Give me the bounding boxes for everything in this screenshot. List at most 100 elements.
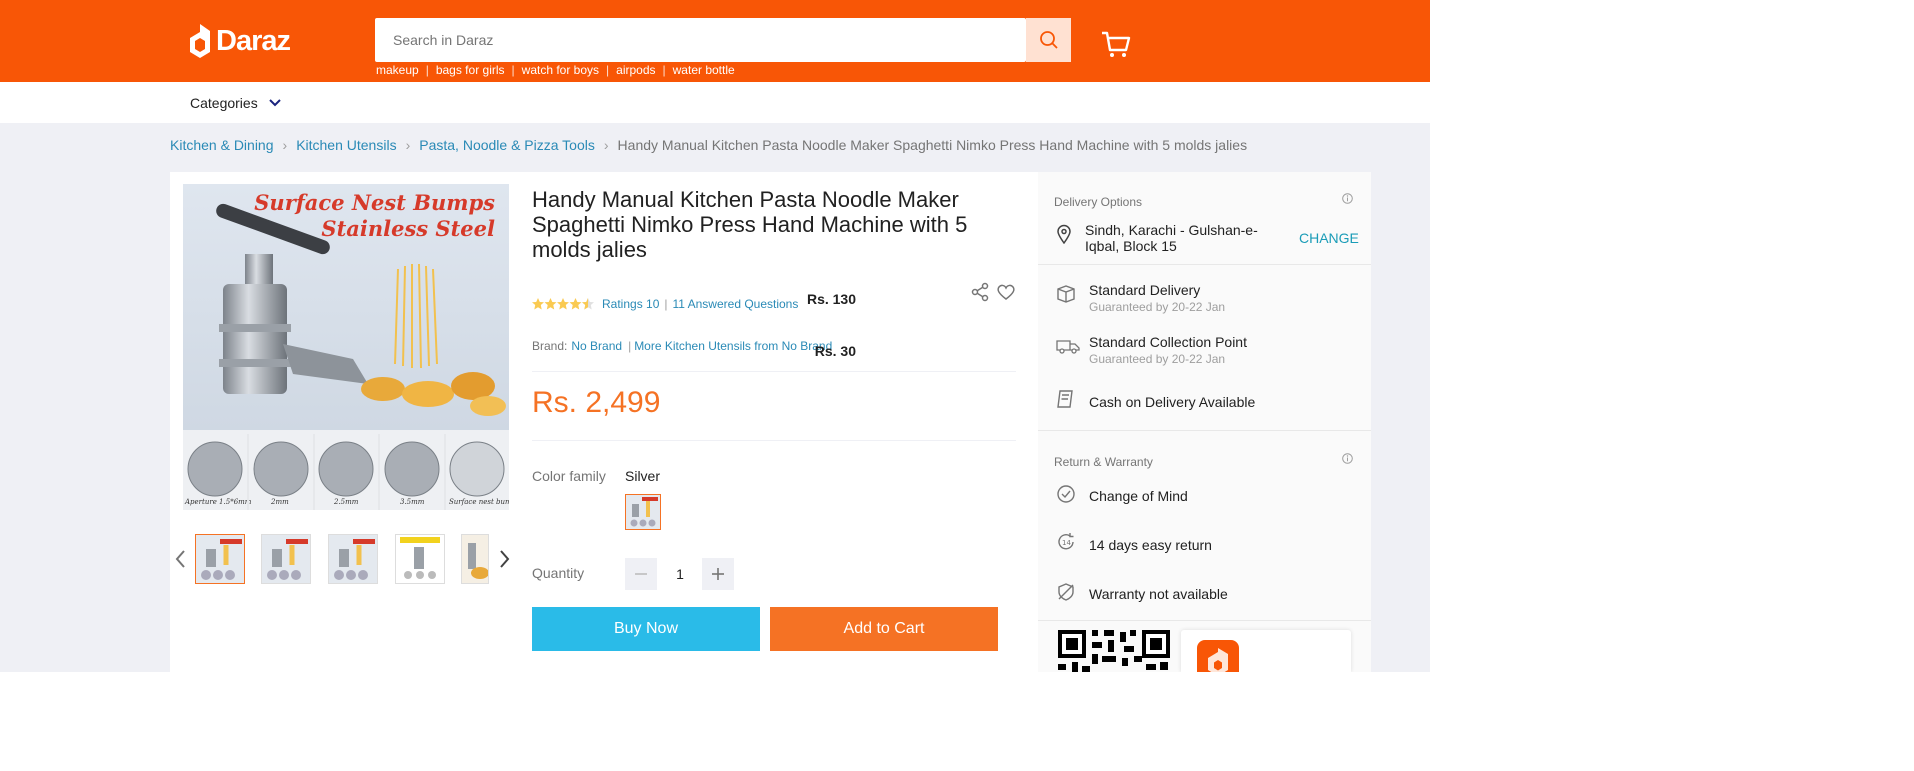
color-family-label: Color family xyxy=(532,468,606,484)
quantity-label: Quantity xyxy=(532,565,585,581)
breadcrumb: Kitchen & Dining › Kitchen Utensils › Pa… xyxy=(170,137,1247,153)
search-box xyxy=(375,18,1026,62)
thumbnail-strip xyxy=(170,532,510,588)
mold-caption: 2mm xyxy=(270,498,289,506)
thumbnail[interactable] xyxy=(395,534,445,584)
collection-point-price: Rs. 30 xyxy=(814,343,856,359)
divider xyxy=(532,371,1016,372)
cart-icon xyxy=(1102,31,1131,57)
quick-link[interactable]: bags for girls xyxy=(436,63,505,77)
info-icon[interactable] xyxy=(1342,453,1353,464)
thumbnail[interactable] xyxy=(461,534,489,584)
cash-on-delivery: Cash on Delivery Available xyxy=(1089,394,1256,410)
search-input[interactable] xyxy=(375,18,1015,62)
delivery-location: Sindh, Karachi - Gulshan-e-Iqbal, Block … xyxy=(1085,222,1258,254)
info-icon[interactable] xyxy=(1342,193,1353,204)
app-qr-code xyxy=(1058,630,1170,672)
divider xyxy=(532,440,1016,441)
return-item: Warranty not available xyxy=(1089,586,1228,602)
category-bar: Categories xyxy=(0,82,1430,123)
change-of-mind-icon xyxy=(1057,485,1075,503)
brand-row: Brand: No Brand | More Kitchen Utensils … xyxy=(532,339,833,353)
share-icon[interactable] xyxy=(970,282,990,302)
thumbnail[interactable] xyxy=(328,534,378,584)
star-rating-icon xyxy=(532,298,594,310)
product-price: Rs. 2,499 xyxy=(532,386,661,419)
return-item: Change of Mind xyxy=(1089,488,1188,504)
thumbnail[interactable] xyxy=(195,534,245,584)
brand-link[interactable]: No Brand xyxy=(571,339,622,353)
product-title: Handy Manual Kitchen Pasta Noodle Maker … xyxy=(532,187,968,262)
quantity-decrease-button[interactable] xyxy=(625,558,657,590)
mold-caption: 2.5mm xyxy=(333,498,359,506)
standard-delivery-name: Standard Delivery xyxy=(1089,282,1201,298)
add-to-cart-button[interactable]: Add to Cart xyxy=(770,607,998,651)
search-button[interactable] xyxy=(1026,18,1071,62)
change-location-link[interactable]: CHANGE xyxy=(1299,230,1359,246)
cash-icon xyxy=(1057,390,1073,408)
quick-link[interactable]: makeup xyxy=(376,63,419,77)
standard-delivery-eta: Guaranteed by 20-22 Jan xyxy=(1089,300,1226,314)
collection-point-eta: Guaranteed by 20-22 Jan xyxy=(1089,352,1226,366)
divider xyxy=(1038,430,1371,431)
mold-caption: Aperture 1.5*6mm xyxy=(184,498,252,506)
product-image-illustration: Surface Nest Bumps Stainless Steel Apert… xyxy=(183,184,509,510)
svg-text:14: 14 xyxy=(1062,539,1071,547)
chevron-right-icon: › xyxy=(603,137,609,153)
thumbnail-image xyxy=(396,535,444,583)
app-download-card[interactable] xyxy=(1181,630,1351,672)
thumbnail-image xyxy=(196,535,244,583)
thumbnail-image xyxy=(329,535,377,583)
thumbnail-image xyxy=(462,535,488,583)
chevron-right-icon[interactable] xyxy=(497,549,511,569)
categories-label: Categories xyxy=(190,95,258,111)
return-warranty-heading: Return & Warranty xyxy=(1054,455,1153,469)
quick-link[interactable]: water bottle xyxy=(673,63,735,77)
color-swatch-silver[interactable] xyxy=(625,494,661,530)
divider xyxy=(1038,264,1371,265)
chevron-right-icon: › xyxy=(405,137,411,153)
breadcrumb-link[interactable]: Pasta, Noodle & Pizza Tools xyxy=(419,137,595,153)
more-from-brand-link[interactable]: More Kitchen Utensils from No Brand xyxy=(634,339,832,353)
quick-search-links: makeup | bags for girls | watch for boys | … xyxy=(376,63,735,77)
ratings-row: Ratings 10 | 11 Answered Questions xyxy=(532,297,798,311)
mold-caption: Surface nest bumps xyxy=(449,498,509,506)
color-family-value: Silver xyxy=(625,468,661,484)
quick-link[interactable]: watch for boys xyxy=(522,63,599,77)
answered-questions-link[interactable]: 11 Answered Questions xyxy=(673,297,799,311)
rating-stars[interactable] xyxy=(532,298,594,310)
truck-icon xyxy=(1056,340,1080,354)
standard-delivery-price: Rs. 130 xyxy=(806,291,856,307)
breadcrumb-current: Handy Manual Kitchen Pasta Noodle Maker … xyxy=(617,137,1248,153)
quantity-increase-button[interactable] xyxy=(702,558,734,590)
daraz-logo[interactable]: Daraz xyxy=(188,22,291,60)
cart-button[interactable] xyxy=(1100,30,1132,60)
ratings-link[interactable]: Ratings 10 xyxy=(602,297,659,311)
product-main-image[interactable]: Surface Nest Bumps Stainless Steel Apert… xyxy=(183,184,509,510)
mold-caption: 3.5mm xyxy=(400,498,425,506)
daraz-logo-icon xyxy=(190,24,210,58)
chevron-left-icon[interactable] xyxy=(174,549,188,569)
quick-link[interactable]: airpods xyxy=(616,63,655,77)
brand-label: Brand: xyxy=(532,339,568,353)
return-14-days-icon: 14 xyxy=(1058,533,1074,550)
plus-icon xyxy=(712,568,724,580)
package-icon xyxy=(1057,285,1075,303)
chevron-down-icon xyxy=(268,99,281,107)
categories-menu[interactable]: Categories xyxy=(190,95,282,111)
divider xyxy=(1038,620,1371,621)
image-banner-line2: Stainless Steel xyxy=(321,216,495,241)
page-viewport: Daraz makeup| bags for girls| watch for … xyxy=(0,0,1430,672)
breadcrumb-link[interactable]: Kitchen & Dining xyxy=(170,137,274,153)
daraz-app-icon xyxy=(1197,640,1239,672)
quantity-value[interactable]: 1 xyxy=(668,558,692,590)
breadcrumb-link[interactable]: Kitchen Utensils xyxy=(296,137,396,153)
thumbnail[interactable] xyxy=(261,534,311,584)
warranty-not-available-icon xyxy=(1058,583,1074,601)
minus-icon xyxy=(635,573,647,575)
buy-now-button[interactable]: Buy Now xyxy=(532,607,760,651)
search-icon xyxy=(1039,31,1058,49)
swatch-image xyxy=(626,495,660,529)
heart-icon[interactable] xyxy=(996,282,1016,302)
collection-point-name: Standard Collection Point xyxy=(1089,334,1247,350)
